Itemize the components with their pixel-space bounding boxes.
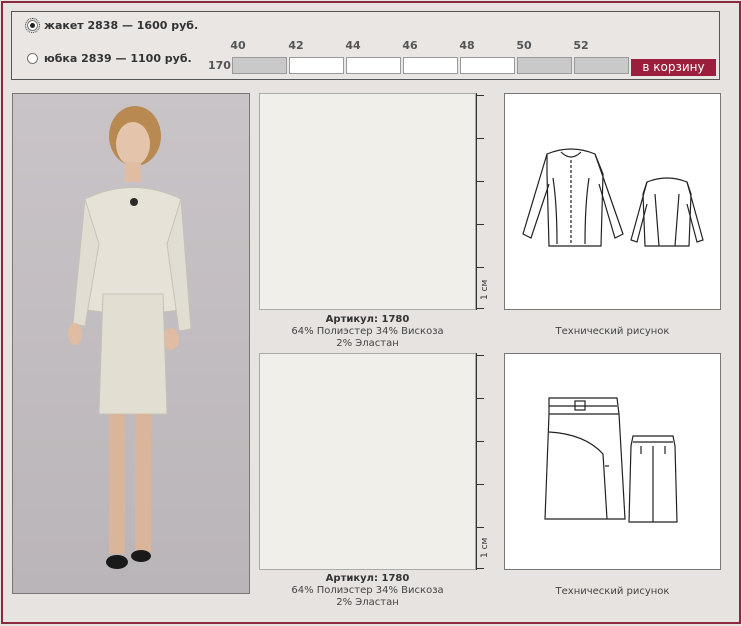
tech-drawing-skirt (504, 353, 721, 570)
size-label-50: 50 (516, 39, 532, 52)
size-cell-50[interactable] (517, 57, 572, 74)
fabric-swatch-1 (259, 93, 476, 310)
size-cell-46[interactable] (403, 57, 458, 74)
size-label-42: 42 (288, 39, 304, 52)
fabric-caption-2: Артикул: 1780 64% Полиэстер 34% Вискоза … (259, 573, 476, 609)
size-cell-42[interactable] (289, 57, 344, 74)
radio-jacket[interactable] (25, 18, 40, 33)
fabric-article-2: Артикул: 1780 (325, 573, 410, 584)
ruler-label-2: 1 см (480, 537, 490, 558)
fabric-composition-1a: 64% Полиэстер 34% Вискоза (291, 326, 444, 337)
skirt-sketch (544, 397, 678, 523)
size-cell-48[interactable] (460, 57, 515, 74)
option-jacket[interactable]: жакет 2838 — 1600 руб. (25, 18, 199, 33)
size-label-44: 44 (345, 39, 361, 52)
size-label-52: 52 (573, 39, 589, 52)
add-to-cart-button[interactable]: в корзину (631, 59, 716, 76)
option-skirt[interactable]: юбка 2839 — 1100 руб. (27, 52, 192, 65)
size-cell-40[interactable] (232, 57, 287, 74)
radio-skirt[interactable] (27, 53, 38, 64)
fabric-composition-2b: 2% Эластан (336, 597, 399, 608)
fabric-composition-1b: 2% Эластан (336, 338, 399, 349)
tech-caption-2: Технический рисунок (555, 586, 670, 597)
size-cell-52[interactable] (574, 57, 629, 74)
fabric-ruler-1 (476, 93, 484, 310)
product-selector-panel: жакет 2838 — 1600 руб. юбка 2839 — 1100 … (11, 11, 720, 80)
option-skirt-label: юбка 2839 — 1100 руб. (44, 52, 192, 65)
size-label-46: 46 (402, 39, 418, 52)
size-label-40: 40 (230, 39, 246, 52)
tech-drawing-jacket (504, 93, 721, 310)
fabric-caption-1: Артикул: 1780 64% Полиэстер 34% Вискоза … (259, 314, 476, 350)
model-illustration (68, 106, 192, 569)
tech-caption-1: Технический рисунок (555, 326, 670, 337)
fabric-composition-2a: 64% Полиэстер 34% Вискоза (291, 585, 444, 596)
size-cell-44[interactable] (346, 57, 401, 74)
fabric-swatch-2 (259, 353, 476, 570)
jacket-sketch (522, 148, 704, 247)
model-photo (12, 93, 250, 594)
fabric-article-1: Артикул: 1780 (325, 314, 410, 325)
ruler-label-1: 1 см (480, 279, 490, 300)
size-label-48: 48 (459, 39, 475, 52)
option-jacket-label: жакет 2838 — 1600 руб. (44, 19, 199, 32)
height-label: 170 (208, 59, 231, 72)
